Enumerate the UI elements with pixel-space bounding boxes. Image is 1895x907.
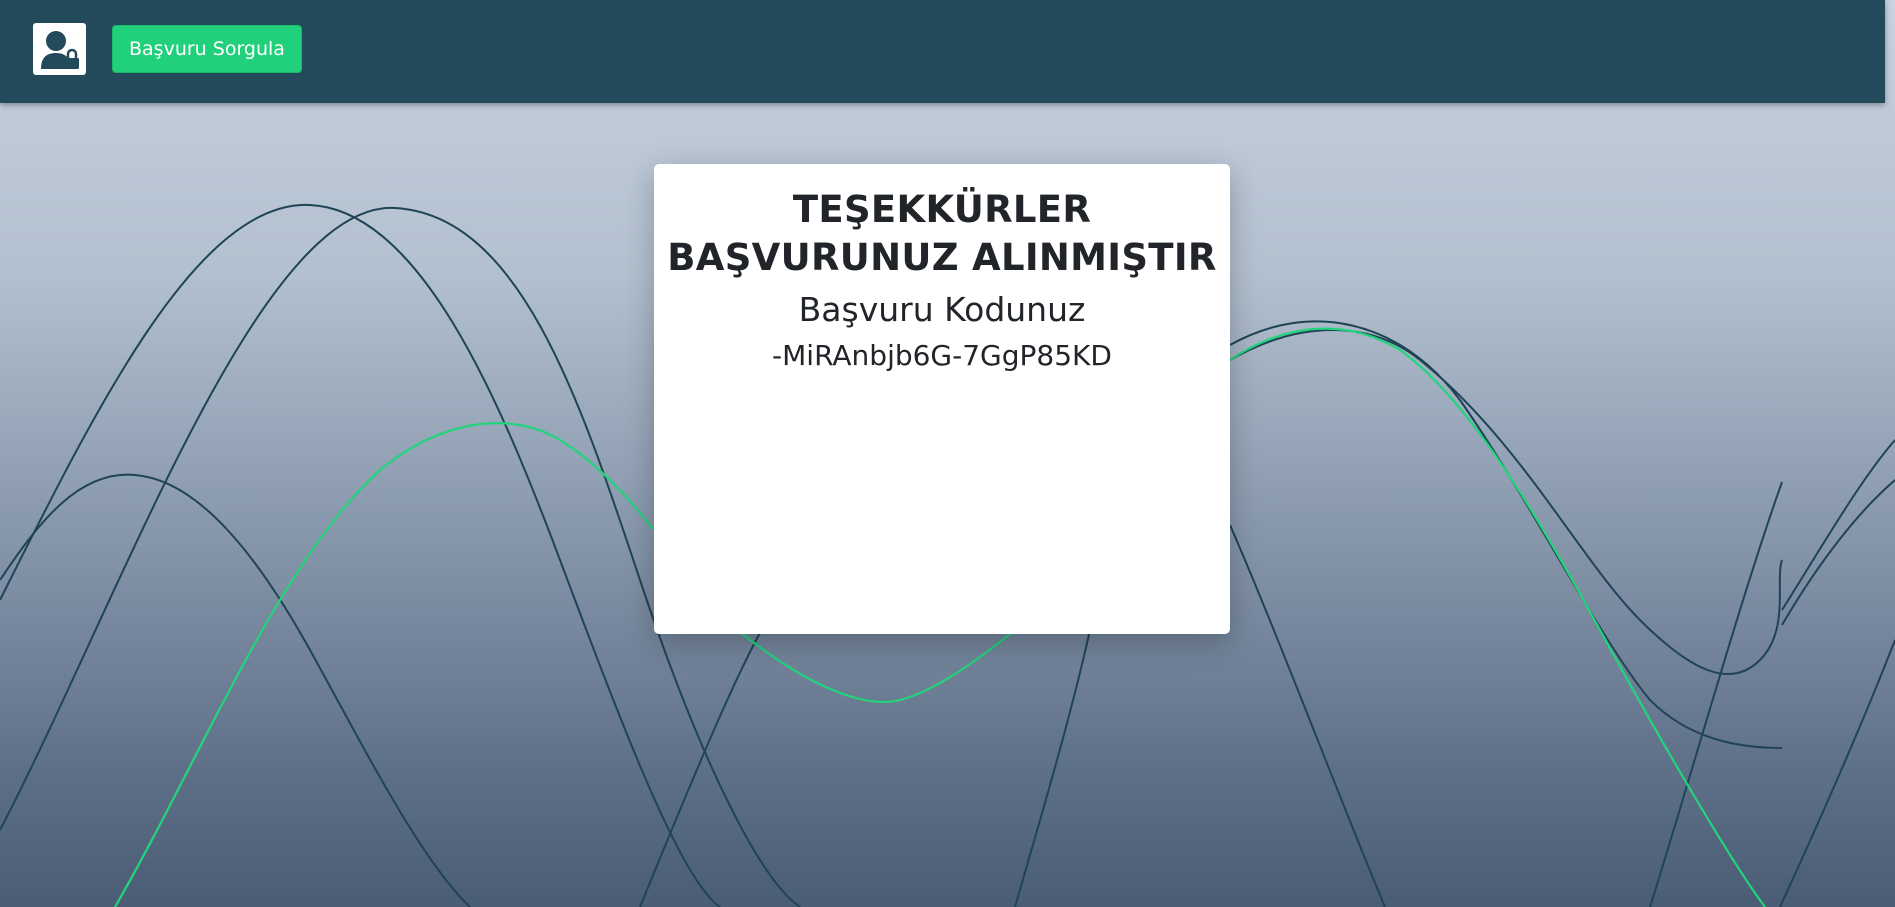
accent-wave-line — [739, 629, 1016, 704]
wave-line — [1779, 639, 1895, 907]
wave-line — [1649, 481, 1783, 907]
top-navbar: Başvuru Sorgula — [0, 0, 1885, 103]
confirmation-card: TEŞEKKÜRLER BAŞVURUNUZ ALINMIŞTIR Başvur… — [654, 164, 1230, 634]
wave-line — [1229, 320, 1783, 749]
wave-line — [0, 473, 471, 907]
wave-line — [1781, 439, 1895, 611]
wave-line — [1229, 329, 1783, 676]
wave-line — [0, 203, 721, 907]
application-code-label: Başvuru Kodunuz — [798, 290, 1086, 329]
thank-you-title: TEŞEKKÜRLER BAŞVURUNUZ ALINMIŞTIR — [667, 188, 1217, 279]
wave-line — [1014, 629, 1091, 907]
wave-line — [1229, 524, 1386, 907]
application-code-value: -MiRAnbjb6G-7GgP85KD — [772, 339, 1112, 372]
accent-wave-line — [114, 422, 655, 907]
accent-wave-line — [1229, 327, 1766, 907]
query-application-button[interactable]: Başvuru Sorgula — [112, 25, 302, 73]
wave-line — [1781, 479, 1895, 626]
user-lock-icon[interactable] — [33, 23, 86, 75]
